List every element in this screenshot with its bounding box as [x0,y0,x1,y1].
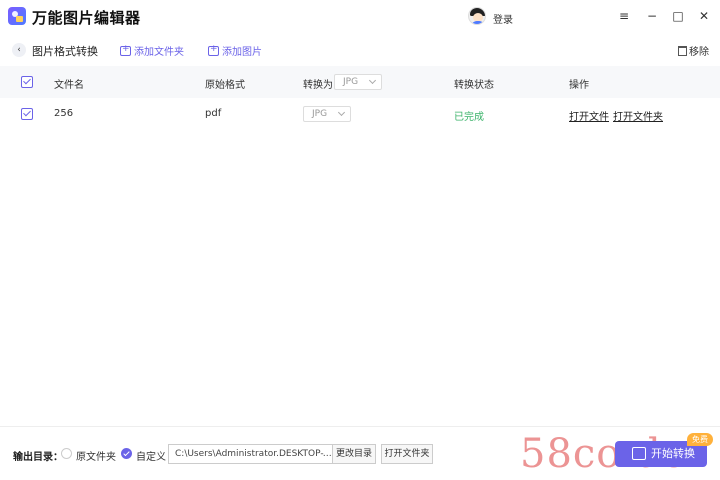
open-folder-link[interactable]: 打开文件夹 [613,108,663,123]
header-format-value: JPG [343,77,359,87]
table-row: 256 pdf JPG 已完成 打开文件 打开文件夹 [0,98,720,130]
row-format-value: JPG [312,109,328,119]
minimize-icon[interactable]: − [644,8,660,24]
row-original-format: pdf [205,108,222,119]
radio-custom[interactable] [121,448,132,459]
folder-add-icon [120,44,131,56]
radio-original-folder-label[interactable]: 原文件夹 [76,448,116,463]
trash-icon [678,46,687,56]
chevron-down-icon [368,76,377,85]
page-title: 图片格式转换 [32,45,98,58]
column-original-format: 原始格式 [205,80,245,91]
open-file-link[interactable]: 打开文件 [569,108,609,123]
close-icon[interactable]: ✕ [696,8,712,24]
column-convert-to: 转换为 [303,80,333,91]
row-format-select[interactable]: JPG [303,106,351,122]
row-filename: 256 [54,108,74,119]
convert-icon [632,447,646,460]
output-dir-label: 输出目录： [13,452,63,463]
app-logo-icon [8,7,26,25]
menu-icon[interactable]: ≡ [616,8,632,24]
maximize-icon[interactable]: □ [670,8,686,24]
row-checkbox[interactable] [21,108,33,120]
radio-custom-label[interactable]: 自定义 [136,448,166,463]
select-all-checkbox[interactable] [21,76,33,88]
column-filename: 文件名 [54,80,84,91]
output-path-field[interactable]: C:\Users\Administrator.DESKTOP-TD... [168,444,332,464]
app-title: 万能图片编辑器 [32,9,141,27]
free-badge: 免费 [687,433,713,446]
row-status: 已完成 [454,112,484,123]
add-image-label: 添加图片 [222,47,262,58]
change-dir-button[interactable]: 更改目录 [332,444,376,464]
back-button[interactable]: ‹ [12,43,26,57]
column-actions: 操作 [569,80,589,91]
user-avatar[interactable] [468,7,486,25]
column-status: 转换状态 [454,80,494,91]
remove-label: 移除 [689,47,709,58]
toolbar: ‹ 图片格式转换 添加文件夹 添加图片 移除 [0,34,720,66]
image-add-icon [208,44,219,56]
chevron-down-icon [337,108,346,117]
radio-original-folder[interactable] [61,448,72,459]
add-folder-button[interactable]: 添加文件夹 [120,43,184,58]
table-header: 文件名 原始格式 转换为 JPG 转换状态 操作 [0,66,720,98]
start-convert-label: 开始转换 [651,447,695,460]
header-format-select[interactable]: JPG [334,74,382,90]
footer-bar: 输出目录： 原文件夹 自定义 C:\Users\Administrator.DE… [0,426,720,480]
add-image-button[interactable]: 添加图片 [208,43,262,58]
add-folder-label: 添加文件夹 [134,47,184,58]
login-button[interactable]: 登录 [493,11,513,26]
title-bar: 万能图片编辑器 登录 ≡ − □ ✕ [0,0,720,34]
open-output-folder-button[interactable]: 打开文件夹 [381,444,433,464]
remove-button[interactable]: 移除 [678,43,709,58]
